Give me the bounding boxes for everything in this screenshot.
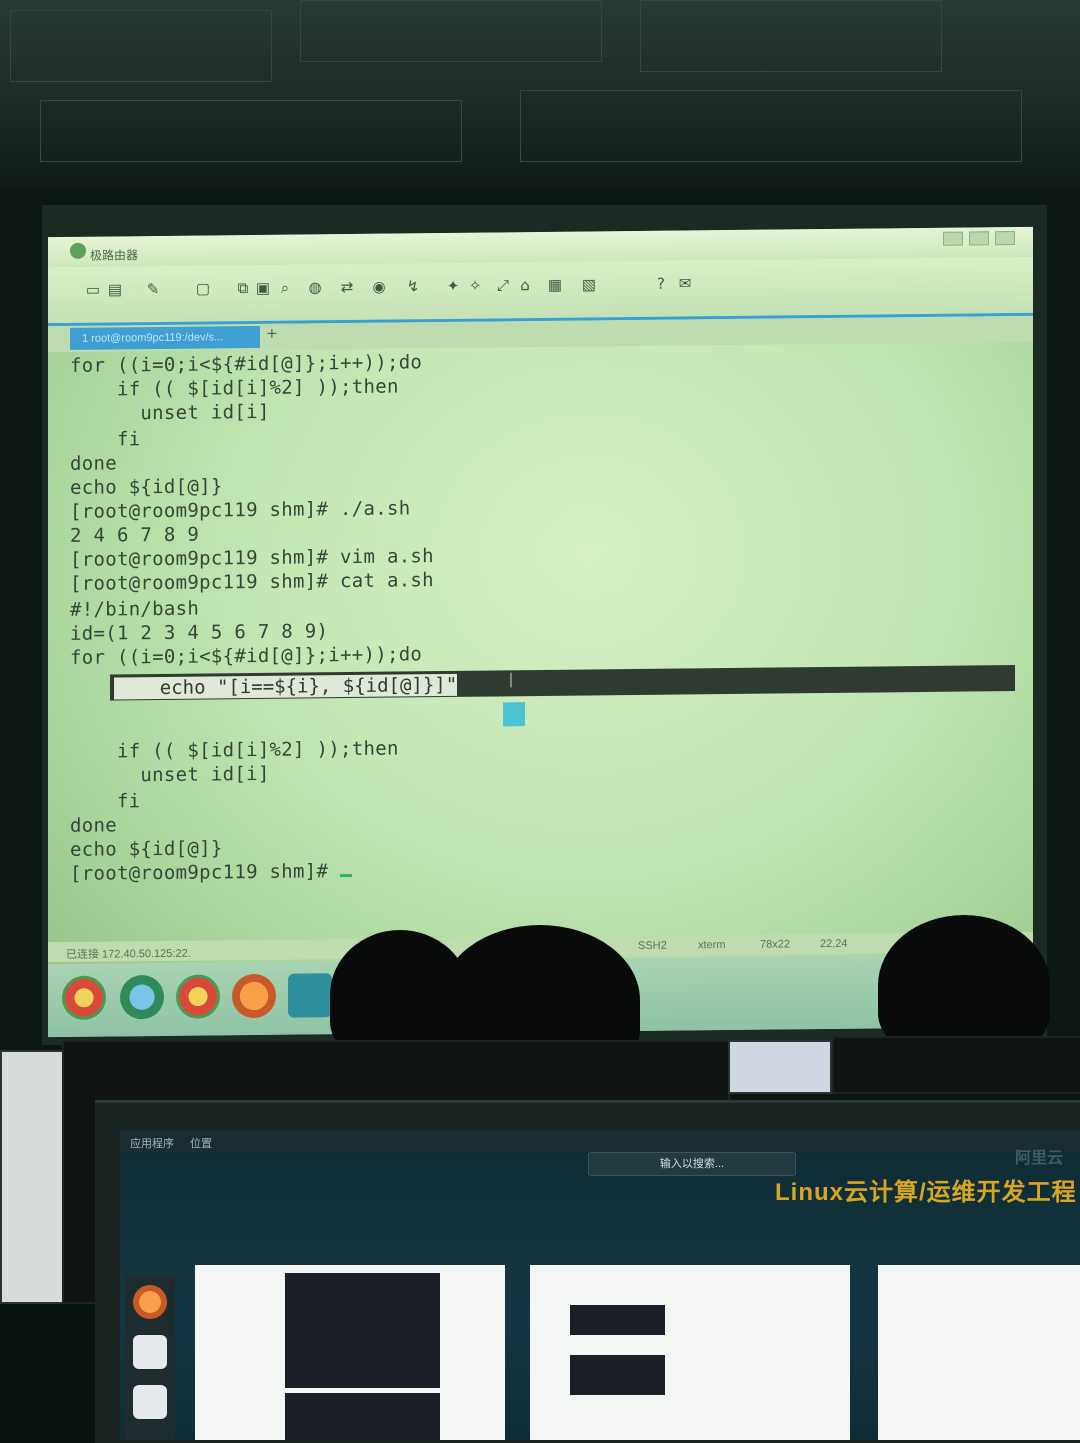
paste-icon[interactable]: ▣ [254,279,272,297]
block-cursor [503,702,525,727]
brand-banner: Linux云计算/运维开发工程 [775,1179,1077,1206]
applications-menu[interactable]: 应用程序 [130,1135,174,1151]
tile-icon[interactable]: ▧ [580,275,598,293]
new-session-icon[interactable]: ▭ [84,281,102,299]
compose-icon[interactable]: ✧ [466,277,484,295]
term-size-status: 78x22 [760,938,790,951]
terminal-line: fi [70,428,141,451]
ceiling-tile [520,90,1022,162]
terminal-line: [root@room9pc119 shm]# cat a.sh [70,569,434,595]
chrome-icon[interactable] [176,974,220,1019]
script-icon[interactable]: ↯ [404,277,422,295]
terminal-line: for ((i=0;i<${#id[@]};i++));do [70,643,423,669]
connect-icon[interactable]: ✎ [144,280,162,298]
protocol-status: SSH2 [638,939,667,952]
terminal-line: done [70,814,117,837]
web-icon[interactable]: ◉ [370,278,388,296]
terminal-output[interactable]: for ((i=0;i<${#id[@]};i++));do if (( $[i… [70,345,1020,915]
firefox-icon[interactable] [133,1285,167,1319]
window-controls [943,231,1015,246]
ie-icon[interactable] [120,974,164,1020]
terminal-line: for ((i=0;i<${#id[@]};i++));do [70,351,423,377]
add-tab-button[interactable]: + [266,326,278,342]
selected-text: echo "[i==${i}, ${id[@]}]" [114,673,458,700]
term-type-status: xterm [698,939,726,952]
ceiling-tile [640,0,942,72]
properties-icon[interactable]: ▢ [194,279,212,297]
document-code-block [570,1355,665,1395]
background-monitor [728,1040,832,1094]
terminal-line: done [70,452,117,475]
terminal-line: unset id[i] [70,762,270,787]
search-input[interactable]: 输入以搜索... [588,1152,796,1176]
terminal-line: id=(1 2 3 4 5 6 7 8 9) [70,620,329,645]
window-thumbnail-slides[interactable] [195,1265,505,1440]
chrome-icon[interactable] [62,975,106,1021]
terminal-line: unset id[i] [70,400,270,425]
close-button[interactable] [995,231,1015,246]
audience-head [878,915,1050,1055]
software-icon[interactable] [133,1385,167,1419]
terminal-line: [root@room9pc119 shm]# vim a.sh [70,545,434,571]
document-code-block [570,1305,665,1335]
highlighted-echo-line: echo "[i==${i}, ${id[@]}]" [114,673,458,700]
chat-icon[interactable]: ✉ [676,274,694,292]
transfer-icon[interactable]: ⇄ [338,278,356,296]
lock-icon[interactable]: ⌂ [516,276,534,294]
minimize-button[interactable] [943,231,963,246]
text-cursor-icon: I [508,668,514,693]
slide-thumbnail [285,1273,440,1388]
globe-icon[interactable]: ◍ [306,278,324,296]
terminal-line: if (( $[id[i]%2] ));then [70,737,399,763]
connection-status: 已连接 172.40.50.125:22. [66,947,191,961]
background-monitor [832,1036,1080,1094]
search-icon[interactable]: ⌕ [276,279,294,297]
terminal-prompt: [root@room9pc119 shm]# [70,860,329,885]
places-menu[interactable]: 位置 [190,1135,212,1151]
keyboard-icon[interactable]: ✦ [444,277,462,295]
terminal-line: echo ${id[@]} [70,475,223,499]
ceiling-tile [10,10,272,82]
open-folder-icon[interactable]: ▤ [106,280,124,298]
desktop-top-bar: 应用程序 位置 [120,1130,1080,1152]
terminal-line: echo ${id[@]} [70,837,223,861]
firefox-icon[interactable] [232,973,276,1019]
terminal-line: fi [70,790,141,813]
side-monitor [0,1050,64,1304]
layout-icon[interactable]: ▦ [546,276,564,294]
ceiling-tile [40,100,462,162]
terminal-line: #!/bin/bash [70,597,200,621]
maximize-button[interactable] [969,231,989,246]
window-thumbnail-document[interactable] [530,1265,850,1440]
window-thumbnail-text[interactable] [878,1265,1080,1440]
projected-desktop: 极路由器 ▭ ▤ ✎ ▢ ⧉ ▣ ⌕ ◍ ⇄ ◉ ↯ ✦ ✧ ⤢ ⌂ ▦ ▧ ?… [48,226,1033,1038]
ceiling-tile [300,0,602,62]
app-grid-icon[interactable] [288,973,332,1018]
file-manager-icon[interactable] [133,1335,167,1369]
cursor-pos-status: 22,24 [820,937,848,951]
slide-thumbnail [285,1393,440,1440]
tab-session[interactable]: 1 root@room9pc119:/dev/s... [70,325,260,350]
terminal-line: [root@room9pc119 shm]# ./a.sh [70,497,411,523]
help-icon[interactable]: ? [652,275,670,293]
brand-logo-text: 阿里云 [1015,1150,1064,1167]
linux-desktop: 应用程序 位置 输入以搜索... 阿里云 Linux云计算/运维开发工程 [120,1130,1080,1440]
fullscreen-icon[interactable]: ⤢ [494,276,512,294]
window-title: 极路由器 [90,248,139,263]
toolbar: ▭ ▤ ✎ ▢ ⧉ ▣ ⌕ ◍ ⇄ ◉ ↯ ✦ ✧ ⤢ ⌂ ▦ ▧ ? ✉ [48,256,1033,327]
terminal-line: 2 4 6 7 8 9 [70,523,200,547]
copy-icon[interactable]: ⧉ [234,279,252,297]
dock [125,1275,175,1440]
prompt-cursor [340,873,352,878]
ceiling [0,0,1080,200]
terminal-line: if (( $[id[i]%2] ));then [70,375,399,401]
app-logo-icon [70,242,86,259]
